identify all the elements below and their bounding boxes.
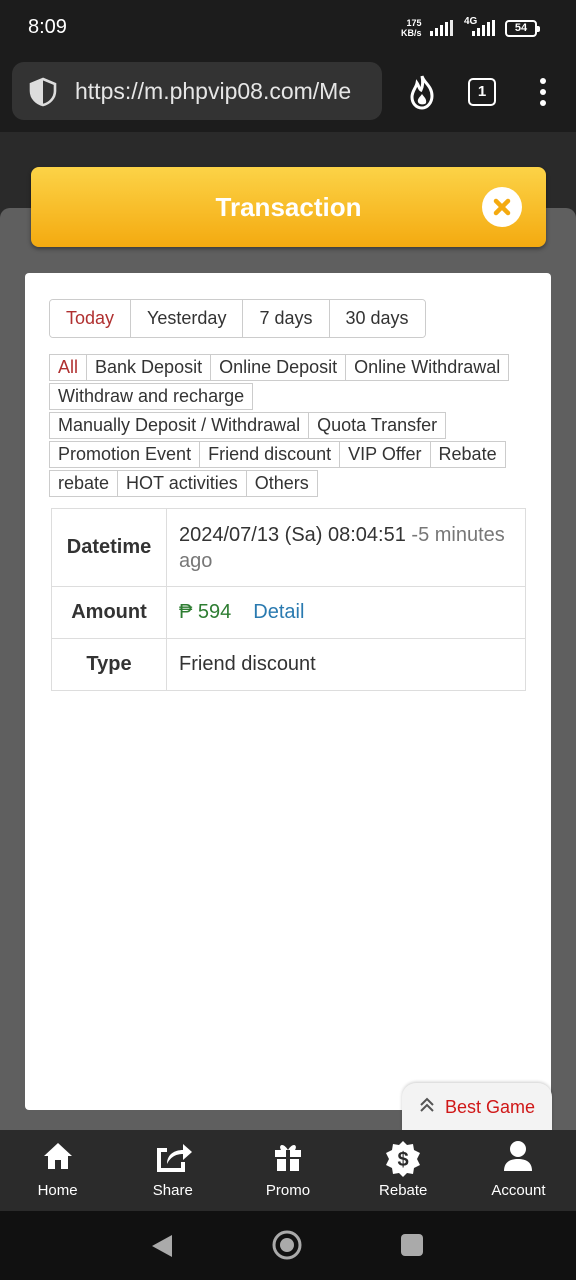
tab-30-days[interactable]: 30 days [329,300,425,337]
nav-home[interactable]: Home [0,1130,115,1211]
best-game-button[interactable]: Best Game [402,1083,552,1130]
shield-icon [29,77,57,107]
category-online-deposit[interactable]: Online Deposit [210,354,347,381]
datetime-value: 2024/07/13 (Sa) 08:04:51 -5 minutes ago [166,508,526,587]
detail-link[interactable]: Detail [253,601,304,623]
close-icon [493,198,511,216]
category-rebate-lower[interactable]: rebate [49,470,119,497]
category-vip-offer[interactable]: VIP Offer [339,441,431,468]
nav-share-label: Share [152,1182,193,1199]
home-icon [43,1143,72,1169]
category-rebate[interactable]: Rebate [429,441,506,468]
datetime-label: Datetime [51,508,167,587]
network-speed: 175 KB/s [401,18,422,38]
nav-promo[interactable]: Promo [230,1130,345,1211]
close-button[interactable] [482,187,522,227]
signal-icon-2 [472,20,495,36]
tab-7-days[interactable]: 7 days [243,300,330,337]
category-withdraw-and-recharge[interactable]: Withdraw and recharge [49,383,254,410]
home-circle-icon[interactable] [271,1229,303,1261]
amount-label: Amount [51,586,167,639]
nav-account-label: Account [491,1182,546,1199]
type-value: Friend discount [166,638,526,691]
category-all[interactable]: All [49,354,88,381]
category-friend-discount[interactable]: Friend discount [199,441,341,468]
category-filters: All Bank Deposit Online Deposit Online W… [49,354,529,497]
category-others[interactable]: Others [245,470,318,497]
modal-title: Transaction [215,192,362,222]
battery-icon: 54 [505,20,540,37]
recents-icon[interactable] [400,1233,424,1257]
signal-icon [430,20,453,36]
nav-rebate[interactable]: $ Rebate [346,1130,461,1211]
double-chevron-up-icon [420,1097,434,1112]
tab-yesterday[interactable]: Yesterday [131,300,244,337]
category-quota-transfer[interactable]: Quota Transfer [308,412,447,439]
system-navigation-bar [0,1211,576,1280]
bottom-navigation: Home Share Promo $ Rebate Account [0,1130,576,1211]
svg-text:$: $ [398,1149,409,1171]
gift-icon [275,1145,301,1171]
category-hot-activities[interactable]: HOT activities [117,470,247,497]
category-bank-deposit[interactable]: Bank Deposit [86,354,212,381]
transaction-record-table: Datetime 2024/07/13 (Sa) 08:04:51 -5 min… [51,508,526,691]
url-text: https://m.phpvip08.com/Me [75,78,352,104]
table-row: Datetime 2024/07/13 (Sa) 08:04:51 -5 min… [51,508,526,587]
nav-promo-label: Promo [265,1182,311,1199]
transaction-panel: Today Yesterday 7 days 30 days All Bank … [25,273,551,1110]
user-icon [504,1141,533,1171]
day-filter-tabs: Today Yesterday 7 days 30 days [49,299,426,338]
browser-toolbar: https://m.phpvip08.com/Me 1 [0,58,576,132]
transaction-header: Transaction [31,167,546,247]
best-game-label: Best Game [445,1097,536,1117]
more-menu-icon[interactable] [540,78,546,111]
nav-account[interactable]: Account [461,1130,576,1211]
tab-today[interactable]: Today [50,300,132,337]
amount-value: ₱ 594 [179,601,232,623]
dollar-badge-icon: $ [386,1141,421,1177]
table-row: Amount ₱ 594 Detail [51,586,526,639]
table-row: Type Friend discount [51,638,526,691]
tab-switcher-button[interactable]: 1 [468,78,496,106]
category-manually-deposit-withdrawal[interactable]: Manually Deposit / Withdrawal [49,412,310,439]
share-icon [156,1144,192,1172]
back-icon[interactable] [150,1233,174,1259]
url-bar[interactable]: https://m.phpvip08.com/Me [12,62,382,120]
nav-rebate-label: Rebate [379,1182,428,1199]
nav-share[interactable]: Share [115,1130,230,1211]
nav-home-label: Home [37,1182,78,1199]
amount-cell: ₱ 594 Detail [166,586,526,639]
type-label: Type [51,638,167,691]
status-time: 8:09 [28,16,67,38]
category-promotion-event[interactable]: Promotion Event [49,441,201,468]
category-online-withdrawal[interactable]: Online Withdrawal [345,354,510,381]
status-bar: 8:09 175 KB/s 4G 54 [0,0,576,58]
fire-icon[interactable] [406,74,438,110]
